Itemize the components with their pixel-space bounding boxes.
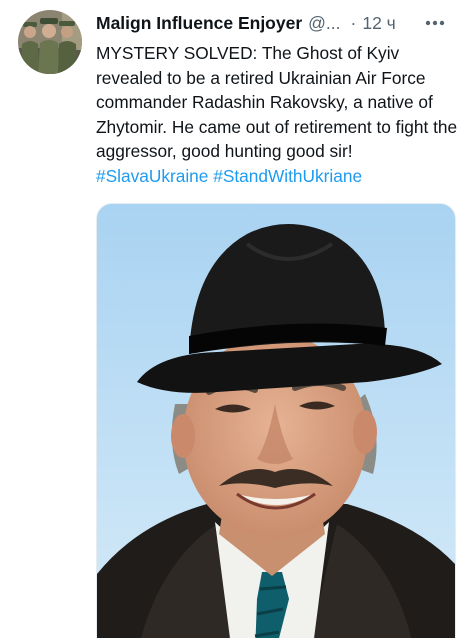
more-horizontal-icon: [425, 20, 445, 26]
tweet-media[interactable]: [96, 203, 456, 638]
display-name[interactable]: Malign Influence Enjoyer: [96, 13, 302, 34]
photo-man-in-hat: [97, 204, 455, 638]
tweet-card: Malign Influence Enjoyer @... · 12 ч MYS…: [0, 0, 468, 638]
tweet-header: Malign Influence Enjoyer @... · 12 ч: [96, 11, 454, 35]
tweet-body: MYSTERY SOLVED: The Ghost of Kyiv reveal…: [96, 43, 458, 162]
hashtag-list: #SlavaUkraine #StandWithUkriane: [96, 164, 460, 189]
avatar[interactable]: [18, 10, 82, 74]
avatar-image: [18, 10, 82, 74]
more-button[interactable]: [420, 11, 450, 35]
user-handle[interactable]: @...: [308, 13, 340, 34]
hashtag-link[interactable]: #StandWithUkriane: [213, 166, 362, 186]
tweet-text: MYSTERY SOLVED: The Ghost of Kyiv reveal…: [96, 41, 460, 189]
timestamp[interactable]: 12 ч: [362, 13, 395, 34]
hashtag-link[interactable]: #SlavaUkraine: [96, 166, 208, 186]
separator-dot: ·: [350, 12, 357, 33]
